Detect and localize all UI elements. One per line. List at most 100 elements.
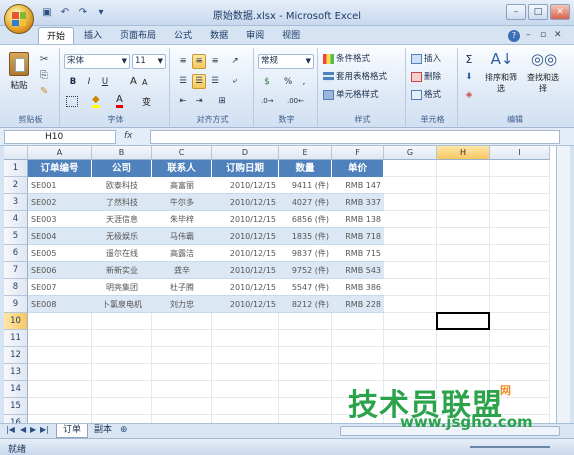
align-center-icon[interactable]: ☰ — [192, 74, 206, 89]
table-cell[interactable]: 2010/12/15 — [212, 262, 279, 279]
name-box[interactable]: H10 — [4, 130, 116, 144]
align-right-icon[interactable]: ☰ — [208, 74, 222, 89]
fill-icon[interactable]: ⬇ — [462, 70, 476, 85]
vertical-scrollbar[interactable] — [556, 146, 570, 423]
format-cells-button[interactable]: 格式 — [410, 88, 442, 103]
comma-icon[interactable]: , — [298, 75, 310, 90]
sheet-tab-orders[interactable]: 订单 — [56, 424, 89, 438]
align-top-icon[interactable]: ≡ — [176, 54, 190, 69]
table-cell[interactable]: 了然科技 — [92, 194, 152, 211]
table-cell[interactable]: RMB 138 — [332, 211, 384, 228]
ribbon-close-icon[interactable]: ✕ — [554, 30, 562, 40]
row-header[interactable]: 11 — [4, 330, 28, 347]
increase-indent-icon[interactable]: ⇥ — [192, 94, 206, 109]
row-header[interactable]: 3 — [4, 194, 28, 211]
formula-input[interactable] — [150, 130, 560, 144]
table-cell[interactable]: SE002 — [28, 194, 92, 211]
minimize-button[interactable]: – — [506, 4, 526, 20]
shrink-font-icon[interactable]: A — [142, 78, 147, 87]
table-cell[interactable]: RMB 718 — [332, 228, 384, 245]
table-header-cell[interactable]: 数量 — [279, 160, 332, 177]
format-painter-icon[interactable]: ✎ — [40, 86, 48, 97]
tab-formulas[interactable]: 公式 — [166, 27, 200, 45]
tab-insert[interactable]: 插入 — [76, 27, 110, 45]
borders-icon[interactable] — [66, 96, 78, 107]
table-cell[interactable]: 2010/12/15 — [212, 245, 279, 262]
table-header-cell[interactable]: 订购日期 — [212, 160, 279, 177]
maximize-button[interactable]: □ — [528, 4, 548, 20]
row-header[interactable]: 4 — [4, 211, 28, 228]
autosum-icon[interactable]: Σ — [462, 52, 476, 67]
help-icon[interactable]: ? — [508, 30, 520, 42]
table-cell[interactable]: 马伟霸 — [152, 228, 212, 245]
table-header-cell[interactable]: 单价 — [332, 160, 384, 177]
table-cell[interactable]: 杜子腾 — [152, 279, 212, 296]
row-header[interactable]: 5 — [4, 228, 28, 245]
cut-icon[interactable]: ✂ — [40, 54, 48, 65]
last-sheet-icon[interactable]: ▶| — [40, 425, 49, 434]
align-middle-icon[interactable]: ≡ — [192, 54, 206, 69]
align-bottom-icon[interactable]: ≡ — [208, 54, 222, 69]
table-cell[interactable]: 高富丽 — [152, 177, 212, 194]
next-sheet-icon[interactable]: ▶ — [30, 425, 36, 434]
row-header[interactable]: 8 — [4, 279, 28, 296]
fx-icon[interactable]: fx — [124, 131, 133, 141]
column-header[interactable]: G — [384, 146, 437, 160]
table-cell[interactable]: 龚辛 — [152, 262, 212, 279]
table-cell[interactable]: SE006 — [28, 262, 92, 279]
sheet-tab-copy[interactable]: 副本 — [88, 424, 118, 438]
row-header[interactable]: 14 — [4, 381, 28, 398]
grow-font-icon[interactable]: A — [130, 76, 137, 87]
table-cell[interactable]: RMB 228 — [332, 296, 384, 313]
underline-button[interactable]: U — [98, 75, 112, 90]
row-header[interactable]: 2 — [4, 177, 28, 194]
font-color-icon[interactable]: A — [116, 94, 123, 108]
table-cell[interactable]: 1835 (件) — [279, 228, 332, 245]
phonetic-icon[interactable]: 变 — [142, 95, 151, 108]
table-cell[interactable]: 2010/12/15 — [212, 279, 279, 296]
table-cell[interactable]: RMB 715 — [332, 245, 384, 262]
delete-cells-button[interactable]: 删除 — [410, 70, 442, 85]
tab-home[interactable]: 开始 — [38, 27, 75, 45]
table-cell[interactable]: 2010/12/15 — [212, 211, 279, 228]
currency-icon[interactable]: $ — [260, 75, 274, 90]
table-cell[interactable]: RMB 543 — [332, 262, 384, 279]
table-cell[interactable]: 新新实业 — [92, 262, 152, 279]
orientation-icon[interactable]: ↗ — [228, 54, 242, 69]
decrease-decimal-icon[interactable]: .00← — [286, 94, 308, 109]
table-cell[interactable]: 欧泰科技 — [92, 177, 152, 194]
column-header[interactable]: C — [152, 146, 212, 160]
table-cell[interactable]: 2010/12/15 — [212, 296, 279, 313]
row-header[interactable]: 6 — [4, 245, 28, 262]
conditional-format-button[interactable]: 条件格式 — [322, 52, 371, 67]
table-cell[interactable]: 2010/12/15 — [212, 228, 279, 245]
zoom-slider[interactable] — [470, 446, 550, 448]
tab-data[interactable]: 数据 — [202, 27, 236, 45]
table-cell[interactable]: SE001 — [28, 177, 92, 194]
wrap-text-icon[interactable]: ⤶ — [228, 74, 242, 89]
number-format-select[interactable]: 常规 ▼ — [258, 54, 314, 69]
tab-view[interactable]: 视图 — [274, 27, 308, 45]
column-header[interactable]: H — [437, 146, 490, 160]
table-header-cell[interactable]: 订单编号 — [28, 160, 92, 177]
table-cell[interactable]: SE005 — [28, 245, 92, 262]
table-cell[interactable]: SE004 — [28, 228, 92, 245]
percent-icon[interactable]: % — [282, 75, 294, 90]
clear-icon[interactable]: ◈ — [462, 88, 476, 103]
column-header[interactable]: B — [92, 146, 152, 160]
row-header[interactable]: 15 — [4, 398, 28, 415]
table-cell[interactable]: 遥尔在线 — [92, 245, 152, 262]
table-cell[interactable]: 2010/12/15 — [212, 177, 279, 194]
row-header[interactable]: 13 — [4, 364, 28, 381]
close-button[interactable]: ✕ — [550, 4, 570, 20]
select-all-corner[interactable] — [4, 146, 28, 160]
tab-page-layout[interactable]: 页面布局 — [112, 27, 164, 45]
copy-icon[interactable]: ⎘ — [40, 70, 48, 81]
table-cell[interactable]: 高露洁 — [152, 245, 212, 262]
row-header[interactable]: 12 — [4, 347, 28, 364]
table-cell[interactable]: 刘力忠 — [152, 296, 212, 313]
row-header[interactable]: 16 — [4, 415, 28, 423]
column-header[interactable]: F — [332, 146, 384, 160]
row-header[interactable]: 1 — [4, 160, 28, 177]
find-select-button[interactable]: ◎◎ 查找和选择 — [524, 50, 564, 94]
